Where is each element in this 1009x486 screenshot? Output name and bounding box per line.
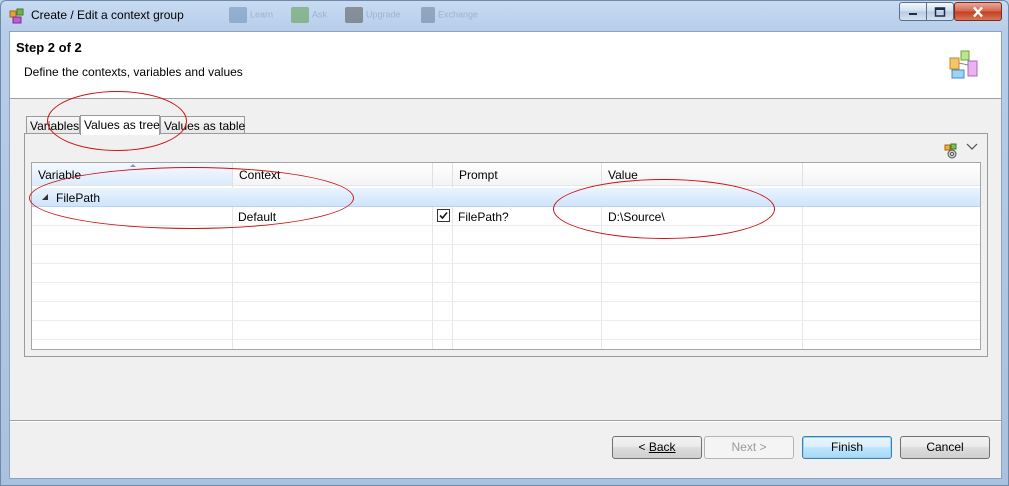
column-header-variable[interactable]: Variable: [32, 163, 233, 186]
maximize-icon: [934, 6, 946, 17]
background-item-learn: Learn: [229, 7, 273, 25]
app-icon: [9, 8, 24, 24]
column-header-check[interactable]: [433, 163, 453, 186]
learn-icon: [229, 7, 247, 23]
next-button[interactable]: Next >: [704, 436, 794, 459]
background-item-exchange: Exchange: [421, 7, 478, 25]
view-menu-chevron-icon[interactable]: [966, 142, 978, 152]
window-title: Create / Edit a context group: [31, 8, 184, 22]
finish-button[interactable]: Finish: [802, 436, 892, 459]
minimize-button[interactable]: [899, 2, 927, 21]
background-item-upgrade: Upgrade: [345, 7, 401, 25]
table-row: [32, 226, 980, 245]
table-row: [32, 302, 980, 321]
minimize-icon: [909, 12, 917, 15]
table-row: [32, 283, 980, 302]
title-bar[interactable]: Create / Edit a context group Learn Ask …: [1, 1, 1008, 31]
column-header-context[interactable]: Context: [233, 163, 433, 186]
step-description: Define the contexts, variables and value…: [24, 65, 243, 79]
wizard-header: Step 2 of 2 Define the contexts, variabl…: [10, 32, 1001, 99]
column-header-prompt[interactable]: Prompt: [453, 163, 602, 186]
column-header-filler: [803, 163, 980, 186]
expanded-triangle-icon[interactable]: [42, 193, 50, 201]
column-header-value[interactable]: Value: [602, 163, 803, 186]
wizard-body: Step 2 of 2 Define the contexts, variabl…: [9, 31, 1002, 479]
context-settings-icon[interactable]: [944, 143, 960, 159]
sort-ascending-icon: [130, 164, 136, 167]
tree-row-filepath[interactable]: FilePath: [32, 188, 980, 207]
exchange-icon: [421, 7, 435, 23]
close-button[interactable]: [954, 2, 1002, 21]
value-text[interactable]: D:\Source\: [608, 210, 665, 224]
dialog-window: Create / Edit a context group Learn Ask …: [0, 0, 1009, 486]
checkmark-icon: [439, 211, 448, 220]
values-tree-grid[interactable]: Variable Context Prompt Value FilePath D…: [31, 162, 981, 350]
wizard-banner-icon: [949, 50, 978, 79]
tab-values-as-table[interactable]: Values as table: [160, 116, 245, 134]
cancel-button[interactable]: Cancel: [900, 436, 990, 459]
close-icon: [973, 6, 983, 17]
upgrade-icon: [345, 7, 363, 23]
prompt-checkbox[interactable]: [437, 209, 450, 222]
maximize-button[interactable]: [926, 2, 954, 21]
tab-variables[interactable]: Variables: [26, 116, 80, 134]
tab-values-as-tree[interactable]: Values as tree: [80, 115, 160, 135]
background-item-ask: Ask: [291, 7, 327, 25]
step-title: Step 2 of 2: [16, 40, 82, 55]
values-tree-panel: Variable Context Prompt Value FilePath D…: [24, 133, 988, 357]
table-row: [32, 245, 980, 264]
table-row: [32, 264, 980, 283]
back-button[interactable]: < Back: [612, 436, 702, 459]
ask-icon: [291, 7, 309, 23]
context-name: Default: [238, 210, 277, 224]
prompt-text[interactable]: FilePath?: [458, 210, 509, 224]
variable-name: FilePath: [56, 191, 101, 205]
table-row: [32, 321, 980, 340]
footer-divider-highlight: [10, 421, 1001, 422]
tree-row-default[interactable]: Default FilePath? D:\Source\: [32, 207, 980, 226]
